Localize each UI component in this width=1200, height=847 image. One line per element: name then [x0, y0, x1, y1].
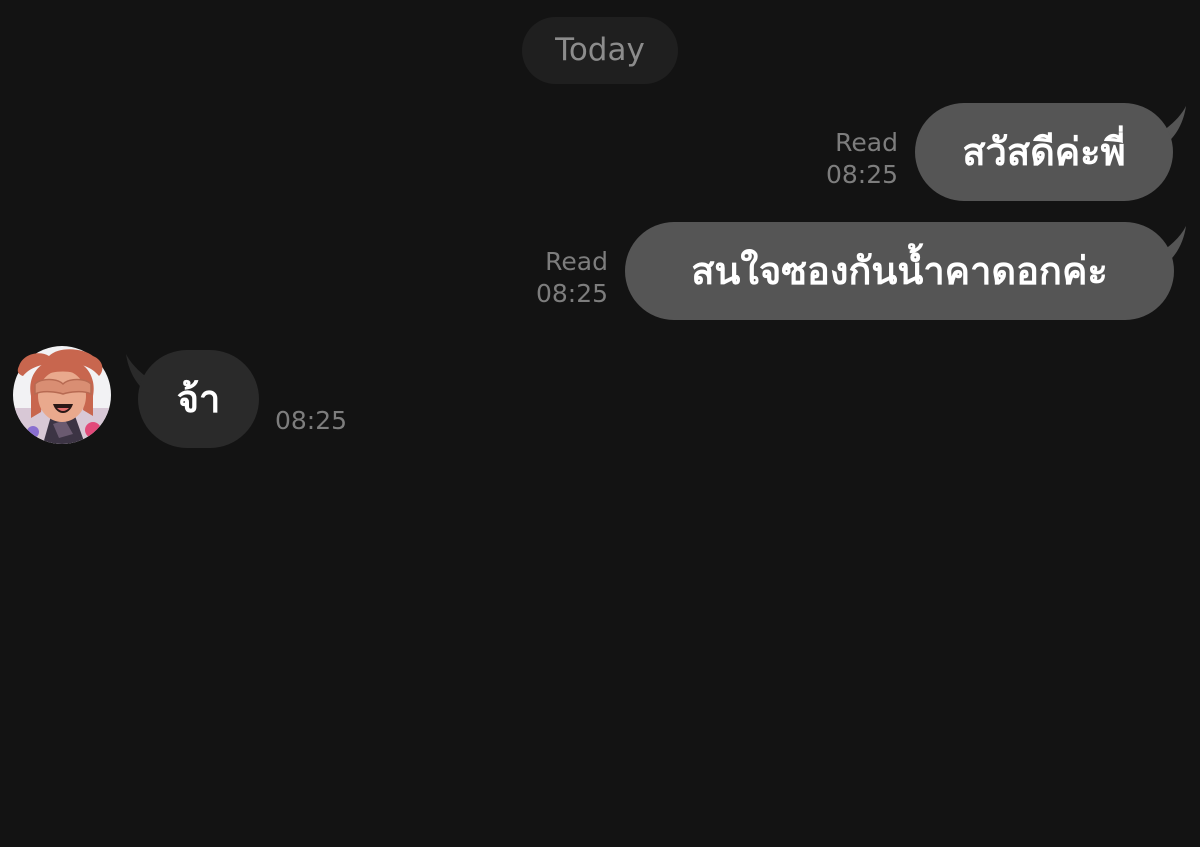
date-separator: Today — [522, 17, 678, 84]
message-bubble-outgoing[interactable]: สนใจซองกันน้ำคาดอกค่ะ — [625, 222, 1174, 320]
message-meta: Read 08:25 — [818, 127, 898, 191]
message-bubble-incoming[interactable]: จ้า — [138, 350, 259, 448]
read-receipt: Read — [545, 247, 608, 276]
message-meta: Read 08:25 — [520, 246, 608, 310]
message-time: 08:25 — [825, 160, 898, 189]
read-receipt: Read — [835, 128, 898, 157]
message-time: 08:25 — [275, 406, 348, 435]
message-time: 08:25 — [535, 279, 608, 308]
message-bubble-outgoing[interactable]: สวัสดีค่ะพี่ — [915, 103, 1173, 201]
cartoon-avatar-icon[interactable] — [13, 346, 111, 444]
